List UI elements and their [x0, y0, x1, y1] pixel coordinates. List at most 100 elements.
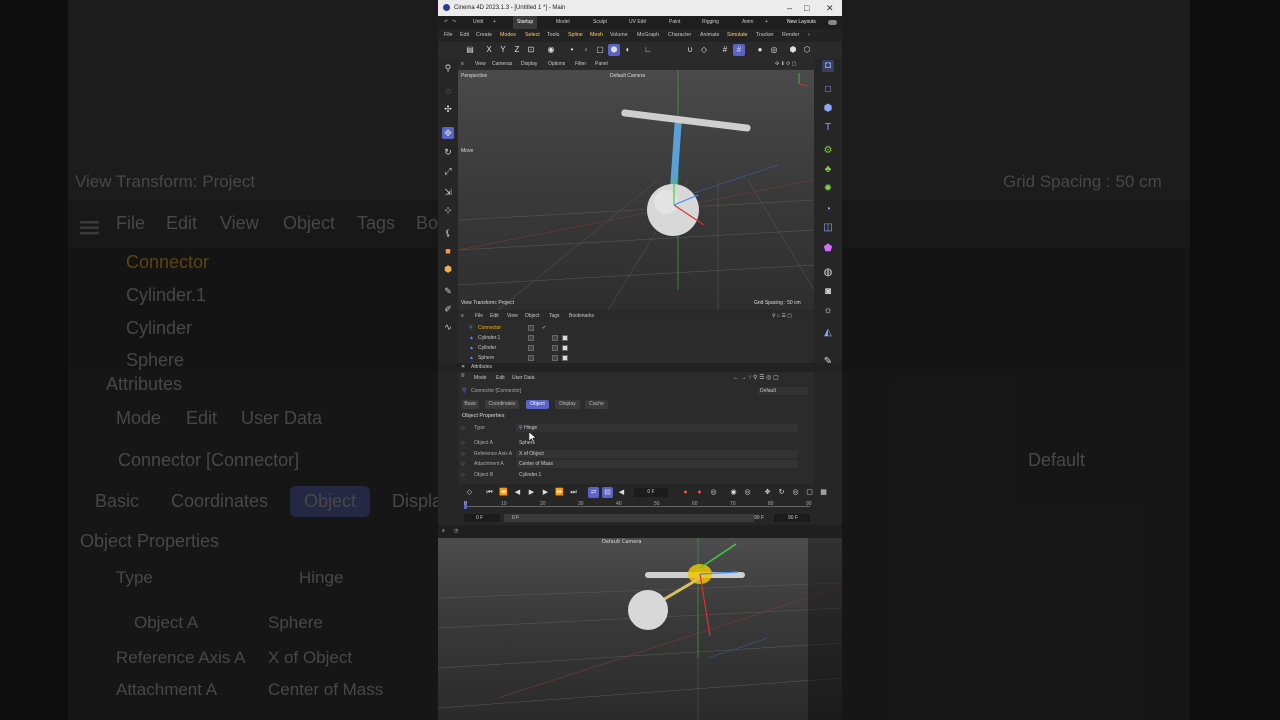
cube-outline-icon[interactable]: □: [822, 84, 834, 96]
y-axis-icon[interactable]: Y: [497, 44, 509, 56]
deformer-icon[interactable]: ◔: [822, 204, 834, 216]
keyframe-diamond-icon[interactable]: ◇: [461, 459, 465, 469]
environment-icon[interactable]: ◭: [822, 327, 834, 339]
menu-animate[interactable]: Animate: [700, 29, 719, 42]
menu-edit[interactable]: Edit: [460, 29, 469, 42]
keyframe-diamond-icon[interactable]: ◇: [461, 423, 465, 433]
material-icon[interactable]: ■: [442, 245, 454, 257]
camera-icon[interactable]: ◙: [822, 286, 834, 298]
axis-mode-icon[interactable]: ∟: [642, 44, 654, 56]
prev-frame-icon[interactable]: ◀: [512, 487, 523, 498]
om-menu-edit[interactable]: Edit: [490, 311, 499, 322]
tab-cache[interactable]: Cache: [585, 400, 608, 409]
viewport-hamburger-icon[interactable]: ≡: [461, 59, 464, 70]
timeline-ruler[interactable]: [464, 506, 810, 507]
tab-coordinates[interactable]: Coordinates: [485, 400, 519, 409]
vp-menu-view[interactable]: View: [475, 59, 486, 70]
live-select-icon[interactable]: ◌: [442, 85, 454, 97]
sound-icon[interactable]: ◀: [616, 487, 627, 498]
status-hamburger-icon[interactable]: ≡: [442, 525, 445, 538]
play-icon[interactable]: ▶: [526, 487, 537, 498]
texture-icon[interactable]: ⬢: [442, 263, 454, 275]
close-icon[interactable]: ✕: [826, 0, 834, 16]
render-picture-icon[interactable]: ⬡: [801, 44, 813, 56]
vp-nav-icon[interactable]: ✣ ⬇ ⟳ ▢: [775, 59, 796, 70]
vp-menu-cameras[interactable]: Cameras: [492, 59, 512, 70]
type-dropdown[interactable]: ⚲ Hinge: [516, 424, 798, 432]
keyframe-select-icon[interactable]: ◎: [708, 487, 719, 498]
rotation-key-icon[interactable]: ↻: [776, 487, 787, 498]
range-end-field[interactable]: 90 F: [774, 514, 810, 522]
object-a-link[interactable]: Sphere: [516, 439, 798, 447]
attachment-dropdown[interactable]: Center of Mass: [516, 460, 798, 468]
camera-label[interactable]: Default Camera: [610, 73, 645, 79]
tag-material[interactable]: [562, 355, 568, 361]
visibility-toggle[interactable]: [528, 345, 534, 351]
z-axis-icon[interactable]: Z: [511, 44, 523, 56]
om-menu-bookmarks[interactable]: Bookmarks: [569, 311, 594, 322]
spline-pen-icon[interactable]: ∿: [442, 321, 454, 333]
attr-menu-edit[interactable]: Edit: [496, 375, 505, 381]
polygons-mode-icon[interactable]: ▢: [594, 44, 606, 56]
menu-modes[interactable]: Modes: [500, 29, 516, 42]
camera-view-icon[interactable]: ◘: [822, 60, 834, 72]
maximize-icon[interactable]: □: [804, 0, 809, 16]
menu-volume[interactable]: Volume: [610, 29, 628, 42]
vp-menu-display[interactable]: Display: [521, 59, 537, 70]
model-mode-icon[interactable]: ⬢: [608, 44, 620, 56]
key-icon[interactable]: ◉: [728, 487, 739, 498]
vp-menu-options[interactable]: Options: [548, 59, 565, 70]
rotate-tool-icon[interactable]: ↻: [442, 146, 454, 158]
layout-tab-paint[interactable]: Paint: [669, 16, 680, 29]
range-start-field[interactable]: 0 F: [464, 514, 500, 522]
menu-more-icon[interactable]: ›: [808, 29, 810, 42]
next-key-icon[interactable]: ⏩: [554, 487, 565, 498]
enabled-check-icon[interactable]: ✔: [542, 323, 546, 333]
tag-icon[interactable]: ⬟: [822, 243, 834, 255]
pla-key-icon[interactable]: ▦: [818, 487, 829, 498]
render-icon[interactable]: ⬢: [787, 44, 799, 56]
object-row-cylinder1[interactable]: ▲ Cylinder.1: [458, 333, 814, 343]
paint-icon[interactable]: ✐: [442, 303, 454, 315]
tag-simulation[interactable]: [552, 335, 558, 341]
object-row-sphere[interactable]: ▲ Sphere: [458, 353, 814, 361]
goto-start-icon[interactable]: ⏮: [484, 487, 495, 498]
scale-tool-icon[interactable]: ⤢: [442, 165, 454, 177]
record-icon[interactable]: ◎: [768, 44, 780, 56]
om-menu-tags[interactable]: Tags: [549, 311, 560, 322]
current-frame-field[interactable]: 0 F: [634, 488, 668, 497]
render-preview[interactable]: Default Camera: [438, 538, 842, 720]
x-axis-icon[interactable]: X: [483, 44, 495, 56]
layout-tab-sculpt[interactable]: Sculpt: [593, 16, 607, 29]
object-mode-icon[interactable]: ◐: [622, 44, 634, 56]
scale-key-icon[interactable]: ◎: [790, 487, 801, 498]
points-mode-icon[interactable]: •: [566, 44, 578, 56]
layout-tab-anim[interactable]: Anim: [742, 16, 753, 29]
om-menu-view[interactable]: View: [507, 311, 518, 322]
effector-icon[interactable]: ✹: [822, 183, 834, 195]
transfer-icon[interactable]: ⇲: [442, 186, 454, 198]
keyframe-diamond-icon[interactable]: ◇: [461, 438, 465, 448]
coordinate-icon[interactable]: ⊡: [525, 44, 537, 56]
scene-icon[interactable]: ◍: [822, 267, 834, 279]
menu-create[interactable]: Create: [476, 29, 492, 42]
keyframe-diamond-icon[interactable]: ◇: [461, 470, 465, 480]
edges-mode-icon[interactable]: ◦: [580, 44, 592, 56]
keyframe-icon[interactable]: ◇: [464, 487, 475, 498]
reference-axis-dropdown[interactable]: X of Object: [516, 450, 798, 458]
object-row-cylinder[interactable]: ▲ Cylinder: [458, 343, 814, 353]
layout-tab-startup[interactable]: Startup: [513, 16, 538, 29]
tab-display[interactable]: Display: [555, 400, 580, 409]
menu-mesh[interactable]: Mesh: [590, 29, 603, 42]
magnet-icon[interactable]: ∪: [684, 44, 696, 56]
generator-icon[interactable]: ⚙: [822, 145, 834, 157]
tag-simulation[interactable]: [552, 345, 558, 351]
loop-icon[interactable]: ⇄: [588, 487, 599, 498]
range-icon[interactable]: ▤: [602, 487, 613, 498]
autokey-icon[interactable]: ●: [694, 487, 705, 498]
tab-basic[interactable]: Basic: [462, 400, 479, 409]
mirror-icon[interactable]: ⊹: [442, 204, 454, 216]
selection-icon[interactable]: ✣: [442, 103, 454, 115]
attr-hamburger-icon[interactable]: ≡: [461, 373, 465, 379]
workplane-icon[interactable]: #: [733, 44, 745, 56]
